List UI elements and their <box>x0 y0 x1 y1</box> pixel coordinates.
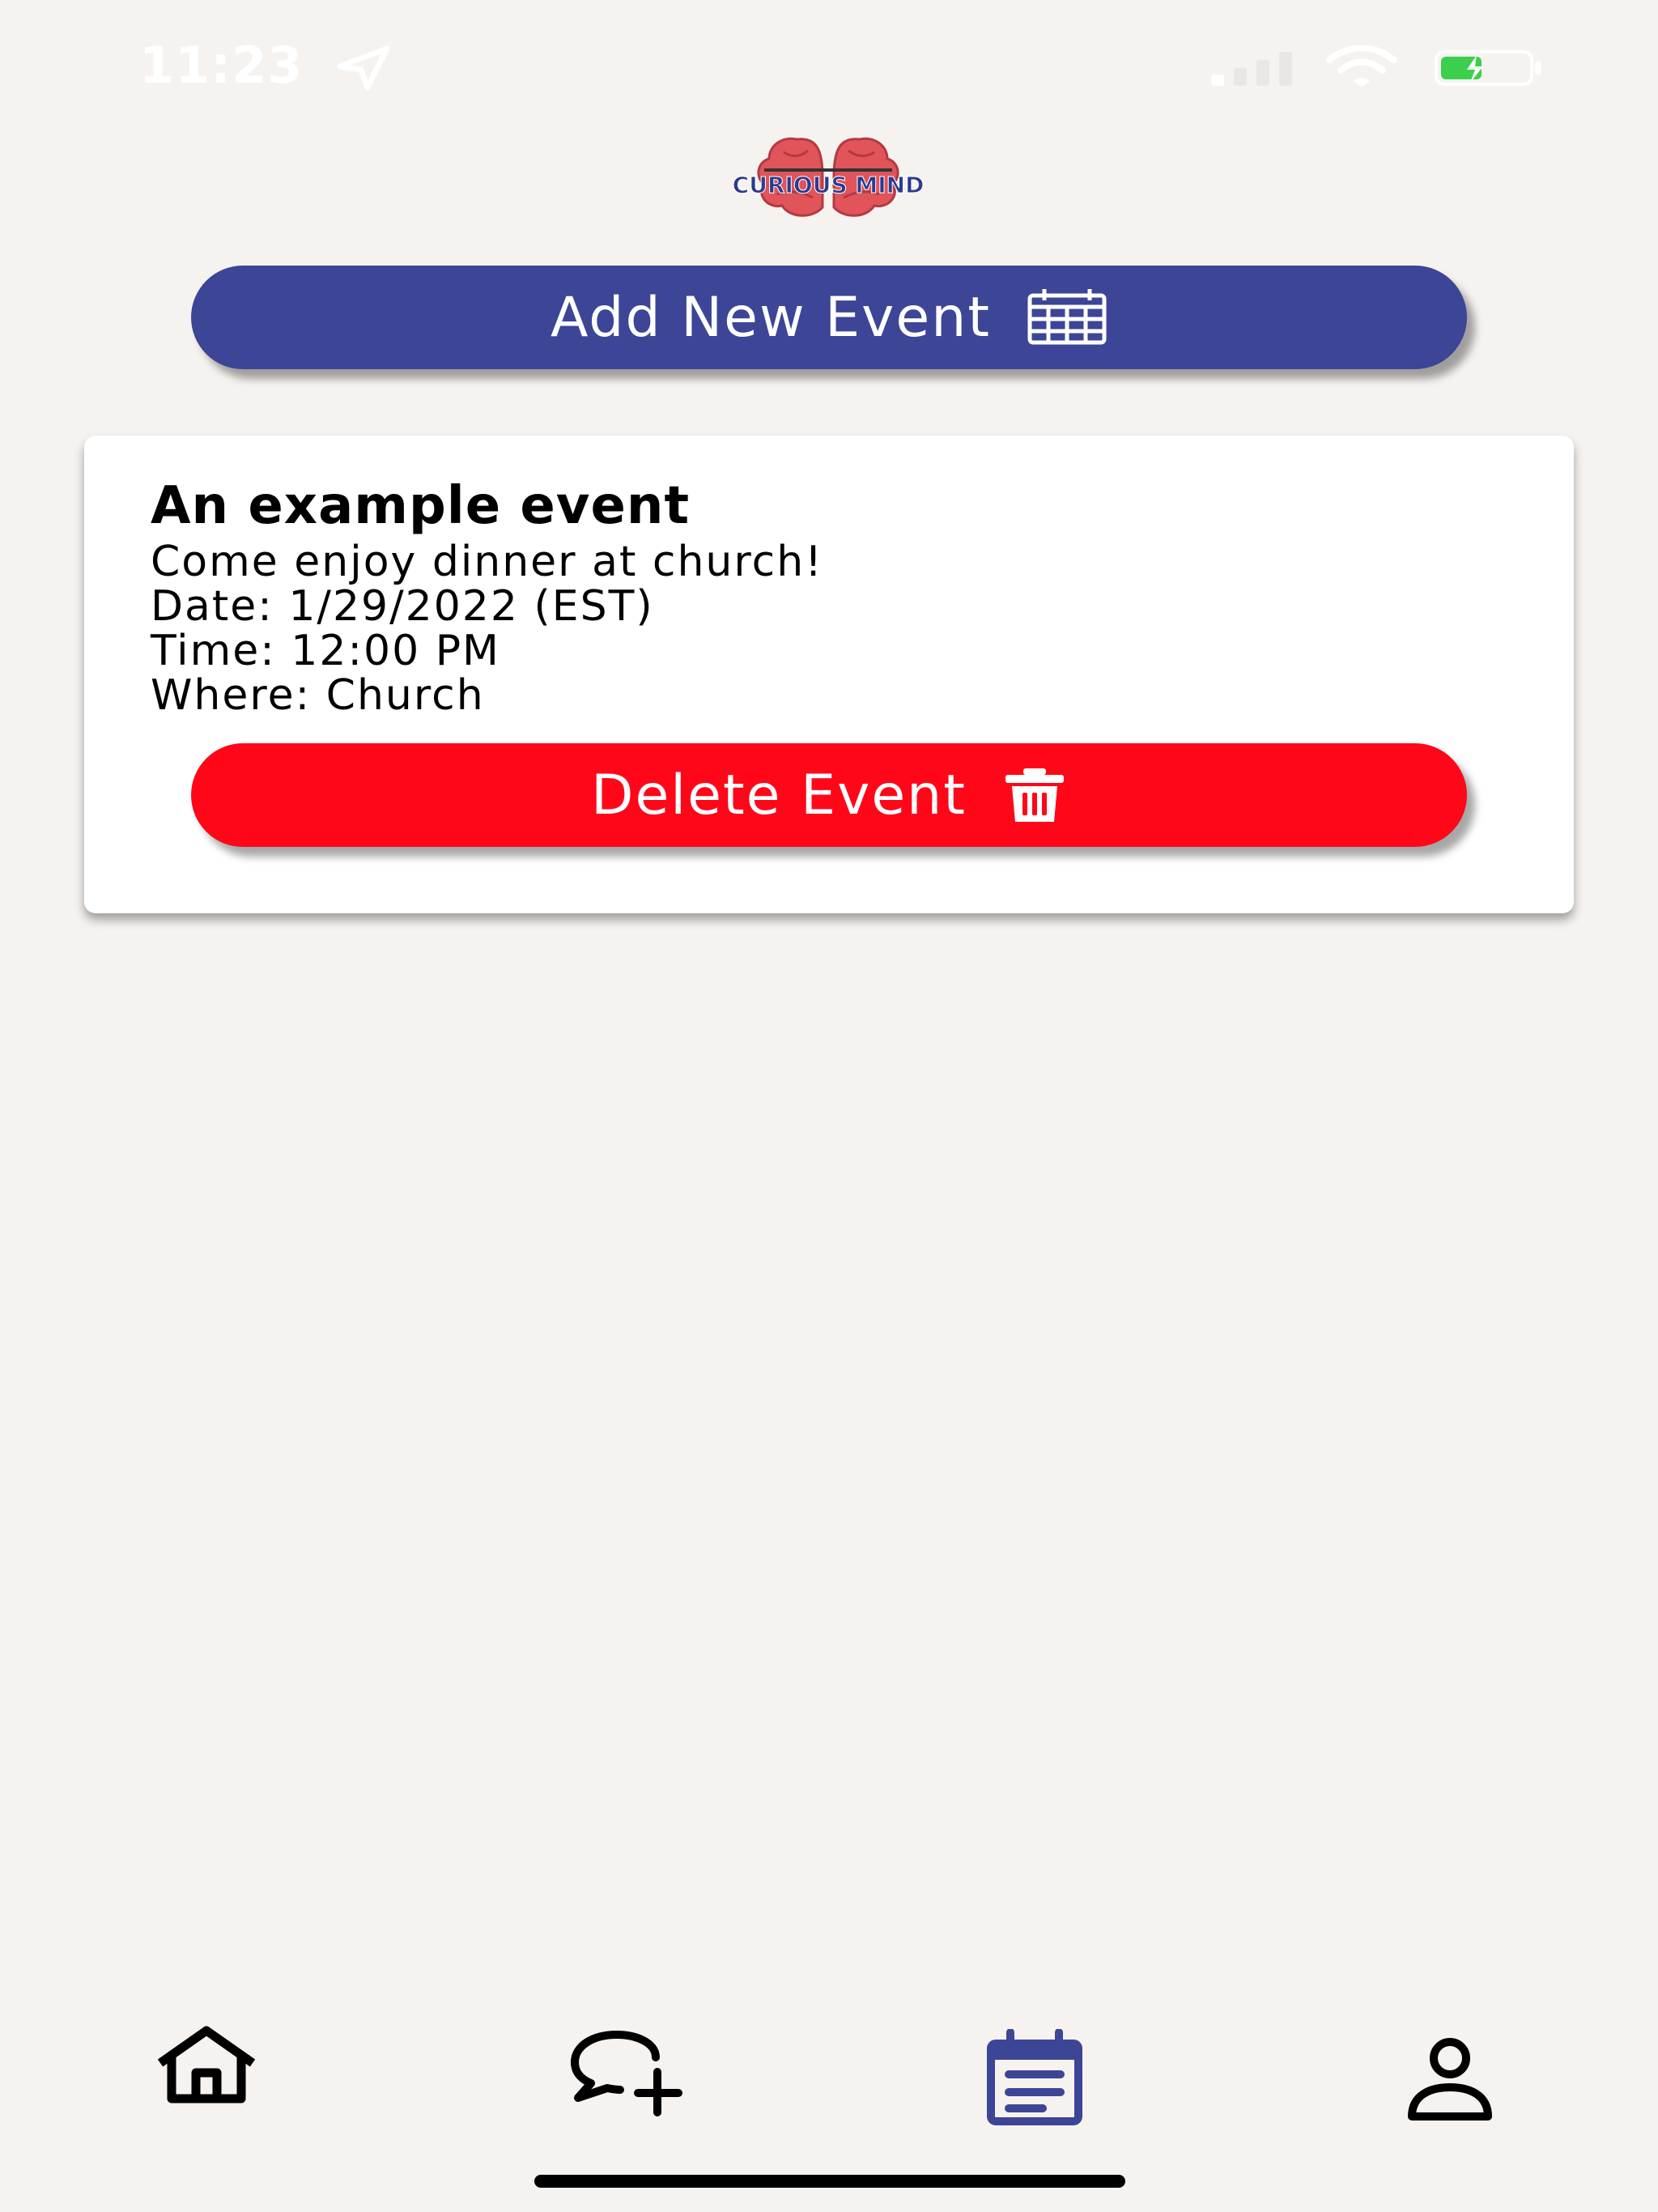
status-bar: 11:23 <box>0 0 1658 130</box>
add-new-event-label: Add New Event <box>550 285 991 350</box>
logo-text: CURIOUS MIND <box>732 172 925 199</box>
wifi-icon <box>1326 45 1397 87</box>
event-description: Come enjoy dinner at church! <box>151 538 823 586</box>
calendar-icon <box>1027 289 1107 346</box>
curious-mind-logo: CURIOUS MIND <box>719 128 937 230</box>
cellular-signal-icon <box>1211 52 1292 86</box>
status-time: 11:23 <box>139 36 304 95</box>
home-indicator <box>534 2175 1125 2188</box>
delete-event-button[interactable]: Delete Event <box>191 743 1467 847</box>
delete-event-label: Delete Event <box>591 763 967 827</box>
home-icon[interactable] <box>154 2024 259 2105</box>
event-location: Where: Church <box>151 671 485 720</box>
event-date: Date: 1/29/2022 (EST) <box>151 582 654 631</box>
events-screen: 11:23 CURIOUS MIND Add New Event An exam… <box>0 0 1658 2212</box>
calendar-events-icon[interactable] <box>984 2029 1085 2129</box>
trash-icon <box>1002 767 1067 823</box>
battery-charging-icon <box>1435 50 1541 86</box>
profile-icon[interactable] <box>1405 2037 1494 2126</box>
event-time: Time: 12:00 PM <box>151 627 500 675</box>
chat-add-icon[interactable] <box>567 2028 685 2117</box>
add-new-event-button[interactable]: Add New Event <box>191 266 1467 369</box>
location-arrow-icon <box>337 45 390 91</box>
event-title: An example event <box>151 476 691 536</box>
